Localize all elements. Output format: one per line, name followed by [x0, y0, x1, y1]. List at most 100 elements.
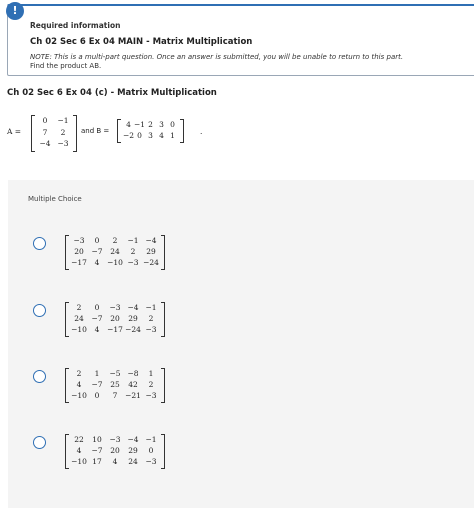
option-3-matrix: 2 1 −5 −8 1 4 −7 25 42 2 −10 0 7 −21 −3 — [65, 368, 205, 404]
matrix-cell: 24 — [110, 247, 120, 256]
right-bracket — [161, 302, 165, 337]
right-bracket — [161, 235, 165, 270]
matrix-cell: 2 — [60, 127, 66, 137]
matrix-cell: 22 — [74, 435, 84, 444]
matrix-cell: 24 — [74, 314, 84, 323]
option-2-matrix: 2 0 −3 −4 −1 24 −7 20 29 2 −10 4 −17 −24 −3 — [65, 302, 205, 338]
matrix-cell: −17 — [71, 258, 87, 267]
matrix-cell: −7 — [91, 446, 103, 455]
right-bracket — [73, 115, 77, 152]
matrix-cell: −3 — [57, 139, 69, 148]
and-b-label: and B = — [81, 127, 110, 135]
matrix-cell: −3 — [145, 391, 157, 400]
matrix-cell: 29 — [128, 446, 138, 455]
matrix-cell: −1 — [57, 116, 69, 125]
matrix-cell: 1 — [148, 369, 154, 378]
matrix-cell: 4 — [112, 457, 118, 466]
matrix-cell: −1 — [134, 120, 146, 129]
radio-button[interactable] — [33, 304, 46, 317]
matrix-cell: 4 — [159, 131, 164, 140]
matrix-cell: −4 — [127, 435, 139, 444]
matrix-cell: −3 — [73, 236, 85, 245]
left-bracket — [65, 302, 69, 337]
matrix-cell: 7 — [112, 391, 118, 400]
matrix-cell: 1 — [94, 369, 100, 378]
required-information-label: Required information — [30, 21, 121, 30]
matrix-cell: −2 — [123, 131, 135, 140]
matrix-cell: −4 — [145, 236, 157, 245]
matrix-cell: −10 — [107, 258, 123, 267]
matrix-cell: 2 — [148, 314, 154, 323]
matrix-cell: 24 — [128, 457, 138, 466]
right-bracket — [161, 434, 165, 469]
required-information-box: ! Required information Ch 02 Sec 6 Ex 04… — [6, 2, 474, 76]
matrix-cell: −4 — [127, 303, 139, 312]
matrix-cell: 10 — [92, 435, 102, 444]
alert-icon: ! — [6, 2, 24, 20]
radio-button[interactable] — [33, 237, 46, 250]
matrix-cell: 1 — [170, 131, 175, 140]
left-bracket — [65, 368, 69, 403]
matrix-cell: −7 — [91, 314, 103, 323]
matrix-cell: 2 — [112, 236, 118, 245]
option-2[interactable]: 2 0 −3 −4 −1 24 −7 20 29 2 −10 4 −17 −24 −3 — [33, 302, 233, 342]
matrix-cell: 0 — [137, 131, 142, 140]
matrix-cell: 2 — [148, 380, 154, 389]
matrix-cell: 42 — [128, 380, 138, 389]
left-bracket — [65, 235, 69, 270]
exercise-title: Ch 02 Sec 6 Ex 04 MAIN - Matrix Multipli… — [30, 37, 253, 47]
option-4[interactable]: 22 10 −3 −4 −1 4 −7 20 29 0 −10 17 4 24 −3 — [33, 434, 233, 474]
matrix-cell: 20 — [74, 247, 84, 256]
matrix-cell: 7 — [42, 127, 48, 137]
matrix-cell: 0 — [170, 120, 175, 129]
matrix-cell: 0 — [94, 303, 100, 312]
matrix-cell: −10 — [71, 457, 87, 466]
matrix-cell: −10 — [71, 325, 87, 334]
matrix-cell: 2 — [76, 369, 82, 378]
matrix-cell: −3 — [109, 435, 121, 444]
matrix-cell: 2 — [148, 120, 153, 129]
matrix-cell: −3 — [145, 325, 157, 334]
left-bracket — [31, 115, 35, 152]
question-title: Ch 02 Sec 6 Ex 04 (c) - Matrix Multiplic… — [7, 88, 217, 98]
matrix-cell: 29 — [146, 247, 156, 256]
matrix-cell: −4 — [39, 139, 51, 148]
matrix-cell: −1 — [145, 435, 157, 444]
option-1-matrix: −3 0 2 −1 −4 20 −7 24 2 29 −17 4 −10 −3 −24 — [65, 235, 205, 271]
option-1[interactable]: −3 0 2 −1 −4 20 −7 24 2 29 −17 4 −10 −3 −24 — [33, 235, 233, 275]
matrix-cell: 20 — [110, 314, 120, 323]
matrix-cell: −3 — [145, 457, 157, 466]
matrix-a: 0 −1 7 2 −4 −3 — [31, 115, 79, 152]
matrix-cell: 0 — [42, 116, 48, 125]
matrix-cell: 0 — [94, 236, 100, 245]
matrix-cell: 3 — [159, 120, 164, 129]
option-3[interactable]: 2 1 −5 −8 1 4 −7 25 42 2 −10 0 7 −21 −3 — [33, 368, 233, 408]
matrix-cell: 3 — [148, 131, 153, 140]
option-4-matrix: 22 10 −3 −4 −1 4 −7 20 29 0 −10 17 4 24 −3 — [65, 434, 205, 470]
matrix-cell: −21 — [125, 391, 141, 400]
matrix-cell: −1 — [145, 303, 157, 312]
multiple-choice-label: Multiple Choice — [28, 195, 82, 203]
left-bracket — [117, 119, 121, 143]
radio-button[interactable] — [33, 436, 46, 449]
matrix-cell: 20 — [110, 446, 120, 455]
matrix-cell: 25 — [110, 380, 120, 389]
matrix-cell: −17 — [107, 325, 123, 334]
right-bracket — [161, 368, 165, 403]
matrix-cell: −3 — [109, 303, 121, 312]
matrix-cell: −1 — [127, 236, 139, 245]
right-bracket — [180, 119, 184, 143]
a-label: A = — [7, 127, 22, 136]
matrix-cell: −24 — [125, 325, 141, 334]
matrix-cell: 17 — [92, 457, 102, 466]
matrix-cell: −7 — [91, 380, 103, 389]
matrix-cell: 29 — [128, 314, 138, 323]
radio-button[interactable] — [33, 370, 46, 383]
matrix-cell: −10 — [71, 391, 87, 400]
matrix-cell: −5 — [109, 369, 121, 378]
matrix-cell: 4 — [94, 258, 100, 267]
matrix-cell: 4 — [126, 120, 131, 129]
matrix-cell: 0 — [148, 446, 154, 455]
matrix-cell: −24 — [143, 258, 159, 267]
matrix-cell: 4 — [76, 380, 82, 389]
